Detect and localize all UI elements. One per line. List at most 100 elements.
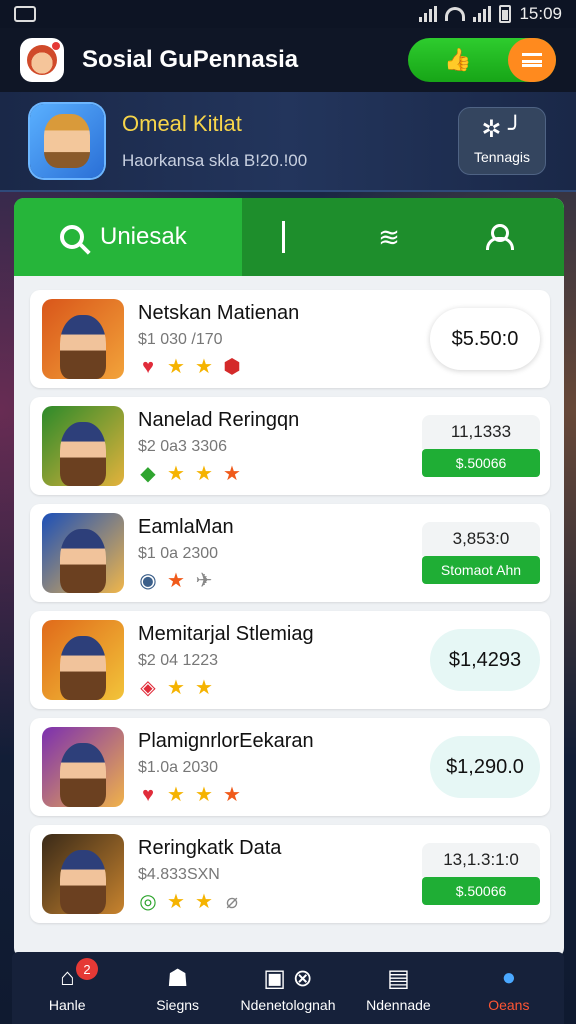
game-info: Nanelad Reringqn $2 0a3 3306 ◆ ★ ★ ★: [138, 409, 422, 484]
price-value: 3,853:0: [422, 522, 540, 556]
tab-search[interactable]: Uniesak: [14, 198, 242, 276]
game-rating-icons: ◉ ★ ✈: [138, 571, 422, 591]
calendar-close-icon: ▣ ⊗: [263, 964, 313, 992]
game-thumbnail: [42, 727, 124, 807]
status-time: 15:09: [519, 4, 562, 23]
game-thumbnail: [42, 620, 124, 700]
shield-red-icon: ◈: [140, 676, 156, 699]
nav-label: Hanle: [48, 997, 86, 1013]
header-actions: 👍: [408, 38, 556, 82]
chart-icon: ▤: [387, 964, 410, 992]
price-button[interactable]: $5.50:0: [430, 308, 540, 370]
plane-icon: ✈: [195, 569, 213, 592]
price-button[interactable]: $1,290.0: [430, 736, 540, 798]
nav-item-chart[interactable]: ▤ Ndennade: [343, 952, 453, 1024]
game-character: [60, 315, 106, 379]
price-box: 11,1333 $.50066: [422, 415, 540, 477]
game-info: Reringkatk Data $4.833SXN ◎ ★ ★ ⌀: [138, 837, 422, 912]
star-icon: ★: [195, 783, 213, 806]
app-header: Sosial GuPennasia 👍: [0, 28, 576, 92]
app-title: Sosial GuPennasia: [82, 46, 299, 73]
thumbs-up-button[interactable]: 👍: [408, 38, 508, 82]
tab-user[interactable]: [481, 198, 514, 276]
nav-label: Ndennade: [366, 997, 431, 1013]
game-title: PlamignrlorEekaran: [138, 729, 314, 752]
game-info: Netskan Matienan $1 030 /170 ♥ ★ ★ ⬢: [138, 302, 430, 377]
star-icon: ★: [167, 890, 185, 913]
game-subtitle: $2 0a3 3306: [138, 437, 227, 455]
shield-icon: ◉: [139, 569, 157, 592]
tab-filter[interactable]: ≋: [373, 198, 405, 276]
price-button[interactable]: $1,4293: [430, 629, 540, 691]
game-character: [60, 529, 106, 593]
nav-label: Ndenetolognah: [240, 997, 336, 1013]
game-row[interactable]: Memitarjal Stlemiag $2 04 1223 ◈ ★ ★ $1,4293: [30, 611, 550, 709]
star-red-icon: ★: [167, 569, 185, 592]
nav-item-ghost[interactable]: ☗ Siegns: [122, 952, 232, 1024]
wifi-icon: [445, 7, 466, 21]
gem-icon: ⬢: [223, 355, 241, 378]
game-character: [60, 850, 106, 914]
game-row[interactable]: Nanelad Reringqn $2 0a3 3306 ◆ ★ ★ ★ 11,1333 $.…: [30, 397, 550, 495]
star-icon: ★: [167, 355, 185, 378]
settings-button[interactable]: ✲ ╯ Tennagis: [458, 107, 546, 175]
user-icon: [486, 224, 514, 250]
gear-icon: ✲ ╯: [481, 116, 523, 143]
buy-button[interactable]: $.50066: [422, 449, 540, 477]
game-info: EamlaMan $1 0a 2300 ◉ ★ ✈: [138, 516, 422, 591]
game-title: Netskan Matienan: [138, 301, 300, 324]
notification-box-icon: [14, 6, 36, 22]
star-small-icon: ★: [223, 462, 241, 485]
profile-subtitle: Haorkansa skla B!20.!00: [122, 151, 308, 170]
star-icon: ★: [167, 462, 185, 485]
game-thumbnail: [42, 834, 124, 914]
game-subtitle: $4.833SXN: [138, 865, 220, 883]
heart-icon: ♥: [142, 355, 154, 378]
avatar[interactable]: [30, 104, 104, 178]
game-title: Nanelad Reringqn: [138, 408, 300, 431]
tab-search-label: Uniesak: [100, 223, 187, 250]
game-subtitle: $1 030 /170: [138, 330, 223, 348]
game-thumbnail: [42, 406, 124, 486]
star-icon: ★: [195, 676, 213, 699]
heart-icon: ♥: [142, 783, 154, 806]
star-icon: ★: [167, 676, 185, 699]
game-title: EamlaMan: [138, 515, 234, 538]
nav-item-home[interactable]: ⌂ Hanle 2: [12, 952, 122, 1024]
price-value: 11,1333: [422, 415, 540, 449]
game-title: Reringkatk Data: [138, 836, 282, 859]
tag-icon: ⌀: [225, 890, 239, 913]
tab-divider: [282, 221, 285, 253]
app-logo[interactable]: [20, 38, 64, 82]
game-row[interactable]: PlamignrlorEekaran $1.0a 2030 ♥ ★ ★ ★ $1,290.0: [30, 718, 550, 816]
game-title: Memitarjal Stlemiag: [138, 622, 314, 645]
buy-button[interactable]: Stomaot Ahn: [422, 556, 540, 584]
star-small-icon: ★: [223, 783, 241, 806]
game-info: PlamignrlorEekaran $1.0a 2030 ♥ ★ ★ ★: [138, 730, 430, 805]
leaf-icon: ◆: [140, 462, 156, 485]
buy-button[interactable]: $.50066: [422, 877, 540, 905]
nav-item-profile[interactable]: ● Oeans: [454, 952, 564, 1024]
game-subtitle: $2 04 1223: [138, 651, 219, 669]
notification-badge: 2: [76, 958, 99, 980]
game-row[interactable]: EamlaMan $1 0a 2300 ◉ ★ ✈ 3,853:0 Stomaot Ahn: [30, 504, 550, 602]
battery-icon: [499, 5, 512, 23]
game-character: [60, 636, 106, 700]
bottom-navigation: ⌂ Hanle 2 ☗ Siegns ▣ ⊗ Ndenetolognah ▤ Ndennade ●…: [12, 952, 564, 1024]
menu-button[interactable]: [508, 38, 556, 82]
game-row[interactable]: Netskan Matienan $1 030 /170 ♥ ★ ★ ⬢ $5.50:0: [30, 290, 550, 388]
search-icon: [60, 225, 84, 249]
price-box: 13,1.3:1:0 $.50066: [422, 843, 540, 905]
game-row[interactable]: Reringkatk Data $4.833SXN ◎ ★ ★ ⌀ 13,1.3:1:0 $.…: [30, 825, 550, 923]
game-subtitle: $1.0a 2030: [138, 758, 219, 776]
nav-item-calendar-close[interactable]: ▣ ⊗ Ndenetolognah: [233, 952, 343, 1024]
nav-label: Siegns: [156, 997, 200, 1013]
signal-icon: [419, 6, 438, 22]
circle-icon: ◎: [139, 890, 157, 913]
game-thumbnail: [42, 299, 124, 379]
price-value: 13,1.3:1:0: [422, 843, 540, 877]
status-bar: 15:09: [0, 0, 576, 28]
game-rating-icons: ◆ ★ ★ ★: [138, 464, 422, 484]
star-icon: ★: [195, 462, 213, 485]
star-icon: ★: [195, 890, 213, 913]
